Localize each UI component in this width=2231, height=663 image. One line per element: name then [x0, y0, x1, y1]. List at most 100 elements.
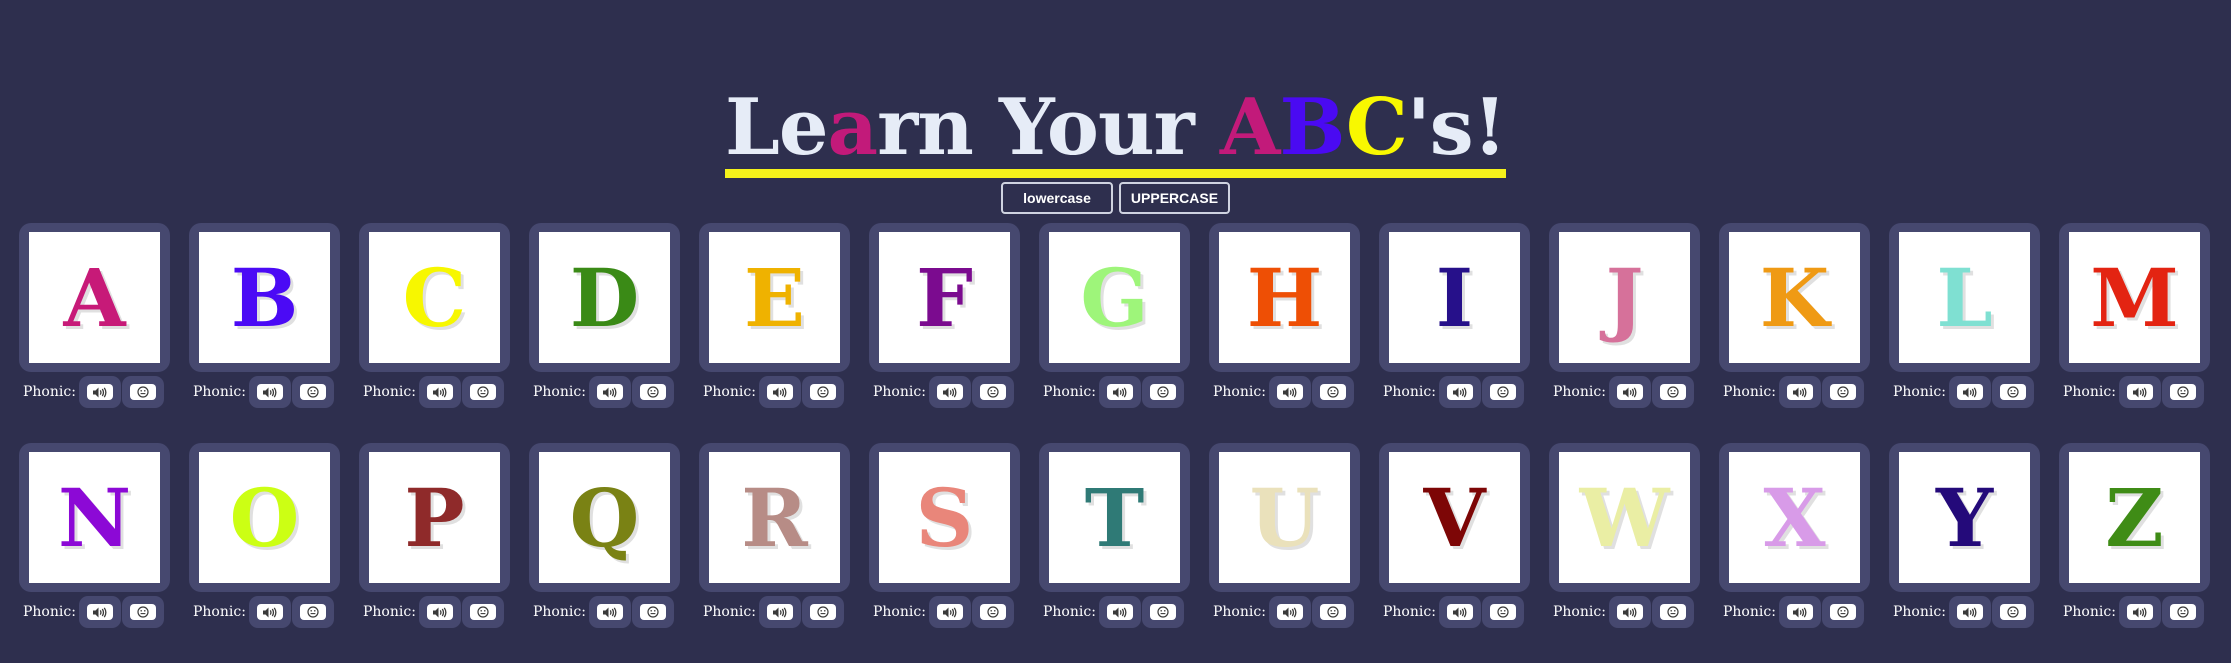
letter-card-n: N Phonic: — [19, 443, 170, 663]
smiley-icon — [307, 606, 319, 618]
letter-tile[interactable]: F — [869, 223, 1020, 372]
face-button[interactable] — [121, 376, 164, 408]
face-button[interactable] — [1481, 376, 1524, 408]
play-sound-button[interactable] — [1268, 596, 1311, 628]
face-button[interactable] — [1821, 596, 1864, 628]
play-sound-button[interactable] — [928, 596, 971, 628]
play-sound-button[interactable] — [2118, 596, 2161, 628]
letter-card-s: S Phonic: — [869, 443, 1020, 663]
play-sound-button[interactable] — [1778, 376, 1821, 408]
face-button[interactable] — [2161, 376, 2204, 408]
play-sound-button[interactable] — [418, 376, 461, 408]
face-button[interactable] — [1481, 596, 1524, 628]
letter-tile[interactable]: J — [1549, 223, 1700, 372]
letter-card-y: Y Phonic: — [1889, 443, 2040, 663]
letter-tile[interactable]: P — [359, 443, 510, 592]
play-sound-button[interactable] — [2118, 376, 2161, 408]
letter-tile[interactable]: B — [189, 223, 340, 372]
letter-tile[interactable]: C — [359, 223, 510, 372]
play-sound-button[interactable] — [588, 596, 631, 628]
face-button[interactable] — [801, 376, 844, 408]
letter-tile[interactable]: E — [699, 223, 850, 372]
letter-tile[interactable]: X — [1719, 443, 1870, 592]
letter-tile[interactable]: T — [1039, 443, 1190, 592]
play-sound-button[interactable] — [248, 376, 291, 408]
smiley-icon — [477, 606, 489, 618]
uppercase-button[interactable]: UPPERCASE — [1119, 182, 1230, 214]
letter-tile[interactable]: U — [1209, 443, 1360, 592]
play-sound-button[interactable] — [1948, 596, 1991, 628]
face-button[interactable] — [1991, 596, 2034, 628]
play-sound-button[interactable] — [1438, 376, 1481, 408]
face-button[interactable] — [291, 376, 334, 408]
phonic-label: Phonic: — [533, 384, 586, 400]
phonic-controls: Phonic: — [699, 596, 850, 628]
title-part: B — [1279, 82, 1346, 174]
page-title: Learn Your ABC's! — [725, 88, 1507, 179]
letter-tile[interactable]: D — [529, 223, 680, 372]
letter-tile[interactable]: Y — [1889, 443, 2040, 592]
title-part: Le — [725, 82, 828, 174]
play-sound-button[interactable] — [758, 376, 801, 408]
play-sound-button[interactable] — [418, 596, 461, 628]
play-sound-button[interactable] — [1948, 376, 1991, 408]
face-button[interactable] — [2161, 596, 2204, 628]
letter-tile[interactable]: W — [1549, 443, 1700, 592]
phonic-controls: Phonic: — [1209, 596, 1360, 628]
letter-tile[interactable]: S — [869, 443, 1020, 592]
face-button[interactable] — [461, 596, 504, 628]
letter-card-l: L Phonic: — [1889, 223, 2040, 443]
letter-tile[interactable]: H — [1209, 223, 1360, 372]
play-sound-button[interactable] — [1608, 376, 1651, 408]
face-button[interactable] — [971, 596, 1014, 628]
letter-tile[interactable]: N — [19, 443, 170, 592]
letter-tile[interactable]: Q — [529, 443, 680, 592]
play-sound-button[interactable] — [1268, 376, 1311, 408]
play-sound-button[interactable] — [758, 596, 801, 628]
face-button[interactable] — [1821, 376, 1864, 408]
face-button[interactable] — [291, 596, 334, 628]
face-button[interactable] — [971, 376, 1014, 408]
letter-tile[interactable]: G — [1039, 223, 1190, 372]
letter-tile[interactable]: M — [2059, 223, 2210, 372]
letter-glyph: Q — [539, 452, 670, 583]
play-sound-button[interactable] — [78, 596, 121, 628]
face-button[interactable] — [121, 596, 164, 628]
play-sound-button[interactable] — [1438, 596, 1481, 628]
play-sound-button[interactable] — [928, 376, 971, 408]
letter-tile[interactable]: V — [1379, 443, 1530, 592]
face-button[interactable] — [1991, 376, 2034, 408]
letter-tile[interactable]: K — [1719, 223, 1870, 372]
letter-tile[interactable]: A — [19, 223, 170, 372]
smiley-icon — [647, 606, 659, 618]
play-sound-button[interactable] — [1778, 596, 1821, 628]
phonic-label: Phonic: — [703, 604, 756, 620]
letter-tile[interactable]: I — [1379, 223, 1530, 372]
face-button[interactable] — [1651, 596, 1694, 628]
face-button[interactable] — [1141, 376, 1184, 408]
speaker-icon — [432, 606, 447, 618]
letter-tile[interactable]: Z — [2059, 443, 2210, 592]
face-button[interactable] — [801, 596, 844, 628]
face-button[interactable] — [461, 376, 504, 408]
letter-tile[interactable]: L — [1889, 223, 2040, 372]
play-sound-button[interactable] — [248, 596, 291, 628]
phonic-label: Phonic: — [23, 384, 76, 400]
play-sound-button[interactable] — [78, 376, 121, 408]
letter-glyph: U — [1219, 452, 1350, 583]
phonic-label: Phonic: — [1893, 384, 1946, 400]
face-button[interactable] — [1141, 596, 1184, 628]
face-button[interactable] — [631, 376, 674, 408]
play-sound-button[interactable] — [1608, 596, 1651, 628]
play-sound-button[interactable] — [588, 376, 631, 408]
letter-tile[interactable]: O — [189, 443, 340, 592]
face-button[interactable] — [631, 596, 674, 628]
face-button[interactable] — [1311, 596, 1354, 628]
play-sound-button[interactable] — [1098, 376, 1141, 408]
speaker-icon — [602, 606, 617, 618]
face-button[interactable] — [1651, 376, 1694, 408]
face-button[interactable] — [1311, 376, 1354, 408]
play-sound-button[interactable] — [1098, 596, 1141, 628]
lowercase-button[interactable]: lowercase — [1001, 182, 1113, 214]
letter-tile[interactable]: R — [699, 443, 850, 592]
